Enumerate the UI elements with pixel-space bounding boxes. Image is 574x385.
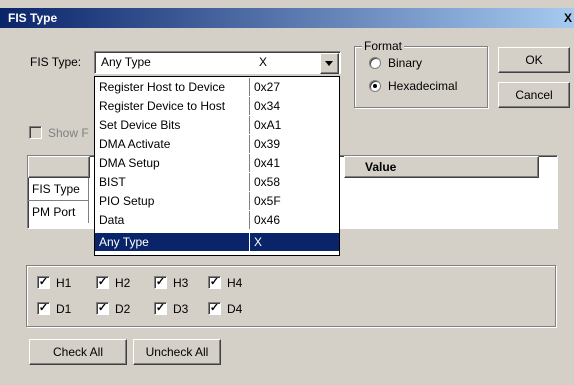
option-value: 0x39 [254, 137, 281, 151]
window-title: FIS Type [8, 11, 58, 25]
combo-selected-name: Any Type [101, 55, 151, 69]
table-row[interactable]: PM Port [28, 201, 89, 223]
h3-label: H3 [173, 276, 189, 290]
chevron-down-icon [325, 61, 333, 66]
hexadecimal-radio[interactable] [369, 80, 381, 92]
table-header-value-cell: Value [344, 156, 539, 178]
column-divider [249, 135, 250, 153]
h2-checkbox[interactable]: ✓ [96, 276, 109, 289]
option-value: 0x41 [254, 156, 281, 170]
show-checkbox [29, 126, 42, 139]
combo-selected-value: X [259, 55, 268, 69]
hexadecimal-label: Hexadecimal [388, 79, 458, 93]
title-bar[interactable]: FIS Type X [0, 8, 574, 28]
d4-checkbox[interactable]: ✓ [208, 302, 221, 315]
row-label-fis-type: FIS Type [32, 182, 80, 196]
column-divider [249, 154, 250, 172]
list-item[interactable]: Set Device Bits 0xA1 [95, 116, 339, 134]
d3-checkbox[interactable]: ✓ [154, 302, 167, 315]
combo-dropdown-button[interactable] [320, 53, 339, 74]
cancel-button[interactable]: Cancel [498, 82, 570, 108]
option-value: 0x34 [254, 99, 281, 113]
table-row[interactable]: FIS Type [28, 178, 89, 201]
binary-radio[interactable] [369, 57, 381, 69]
option-value: 0xA1 [254, 118, 282, 132]
column-divider [249, 192, 250, 210]
d1-label: D1 [56, 302, 72, 316]
list-item[interactable]: PIO Setup 0x5F [95, 192, 339, 210]
option-name: BIST [99, 175, 126, 189]
show-label: Show F [48, 126, 89, 140]
close-icon[interactable]: X [562, 10, 574, 26]
column-divider [249, 233, 250, 251]
column-divider [249, 97, 250, 115]
binary-label: Binary [388, 56, 423, 70]
column-divider [249, 211, 250, 229]
option-name: Register Device to Host [99, 99, 226, 113]
option-value: 0x27 [254, 80, 281, 94]
option-name: Data [99, 213, 125, 227]
list-item[interactable]: Data 0x46 [95, 211, 339, 229]
list-item[interactable]: BIST 0x58 [95, 173, 339, 191]
list-item[interactable]: DMA Activate 0x39 [95, 135, 339, 153]
format-group-title: Format [362, 39, 405, 53]
option-name: DMA Activate [99, 137, 171, 151]
table-header-value: Value [365, 160, 397, 174]
option-value: 0x46 [254, 213, 281, 227]
d1-checkbox[interactable]: ✓ [37, 302, 50, 315]
option-name: Register Host to Device [99, 80, 226, 94]
option-name: Any Type [99, 235, 149, 249]
list-item[interactable]: DMA Setup 0x41 [95, 154, 339, 172]
option-value: X [254, 235, 263, 249]
list-item-selected[interactable]: Any Type X [95, 233, 339, 251]
fis-type-label: FIS Type: [30, 55, 82, 69]
list-item[interactable]: Register Host to Device 0x27 [95, 78, 339, 96]
fis-type-combobox[interactable]: Any Type X [94, 51, 341, 74]
h1-label: H1 [56, 276, 72, 290]
fis-type-dialog: FIS Type X FIS Type: Any Type X Format B… [0, 0, 574, 385]
column-divider [249, 78, 250, 96]
d4-label: D4 [227, 302, 243, 316]
h3-checkbox[interactable]: ✓ [154, 276, 167, 289]
d2-label: D2 [115, 302, 131, 316]
column-divider [249, 116, 250, 134]
checkbox-group [26, 265, 556, 327]
uncheck-all-button[interactable]: Uncheck All [133, 339, 221, 365]
option-value: 0x58 [254, 175, 281, 189]
option-name: Set Device Bits [99, 118, 181, 132]
h2-label: H2 [115, 276, 131, 290]
check-all-button[interactable]: Check All [29, 339, 127, 365]
option-name: DMA Setup [99, 156, 160, 170]
fis-type-dropdown-list[interactable]: Register Host to Device 0x27 Register Dev… [94, 76, 340, 256]
option-name: PIO Setup [99, 194, 155, 208]
h4-label: H4 [227, 276, 243, 290]
row-label-pm-port: PM Port [32, 205, 76, 219]
table-header-empty [28, 156, 90, 178]
h4-checkbox[interactable]: ✓ [208, 276, 221, 289]
list-item[interactable]: Register Device to Host 0x34 [95, 97, 339, 115]
h1-checkbox[interactable]: ✓ [37, 276, 50, 289]
d2-checkbox[interactable]: ✓ [96, 302, 109, 315]
option-value: 0x5F [254, 194, 281, 208]
column-divider [249, 173, 250, 191]
ok-button[interactable]: OK [498, 47, 570, 73]
d3-label: D3 [173, 302, 189, 316]
